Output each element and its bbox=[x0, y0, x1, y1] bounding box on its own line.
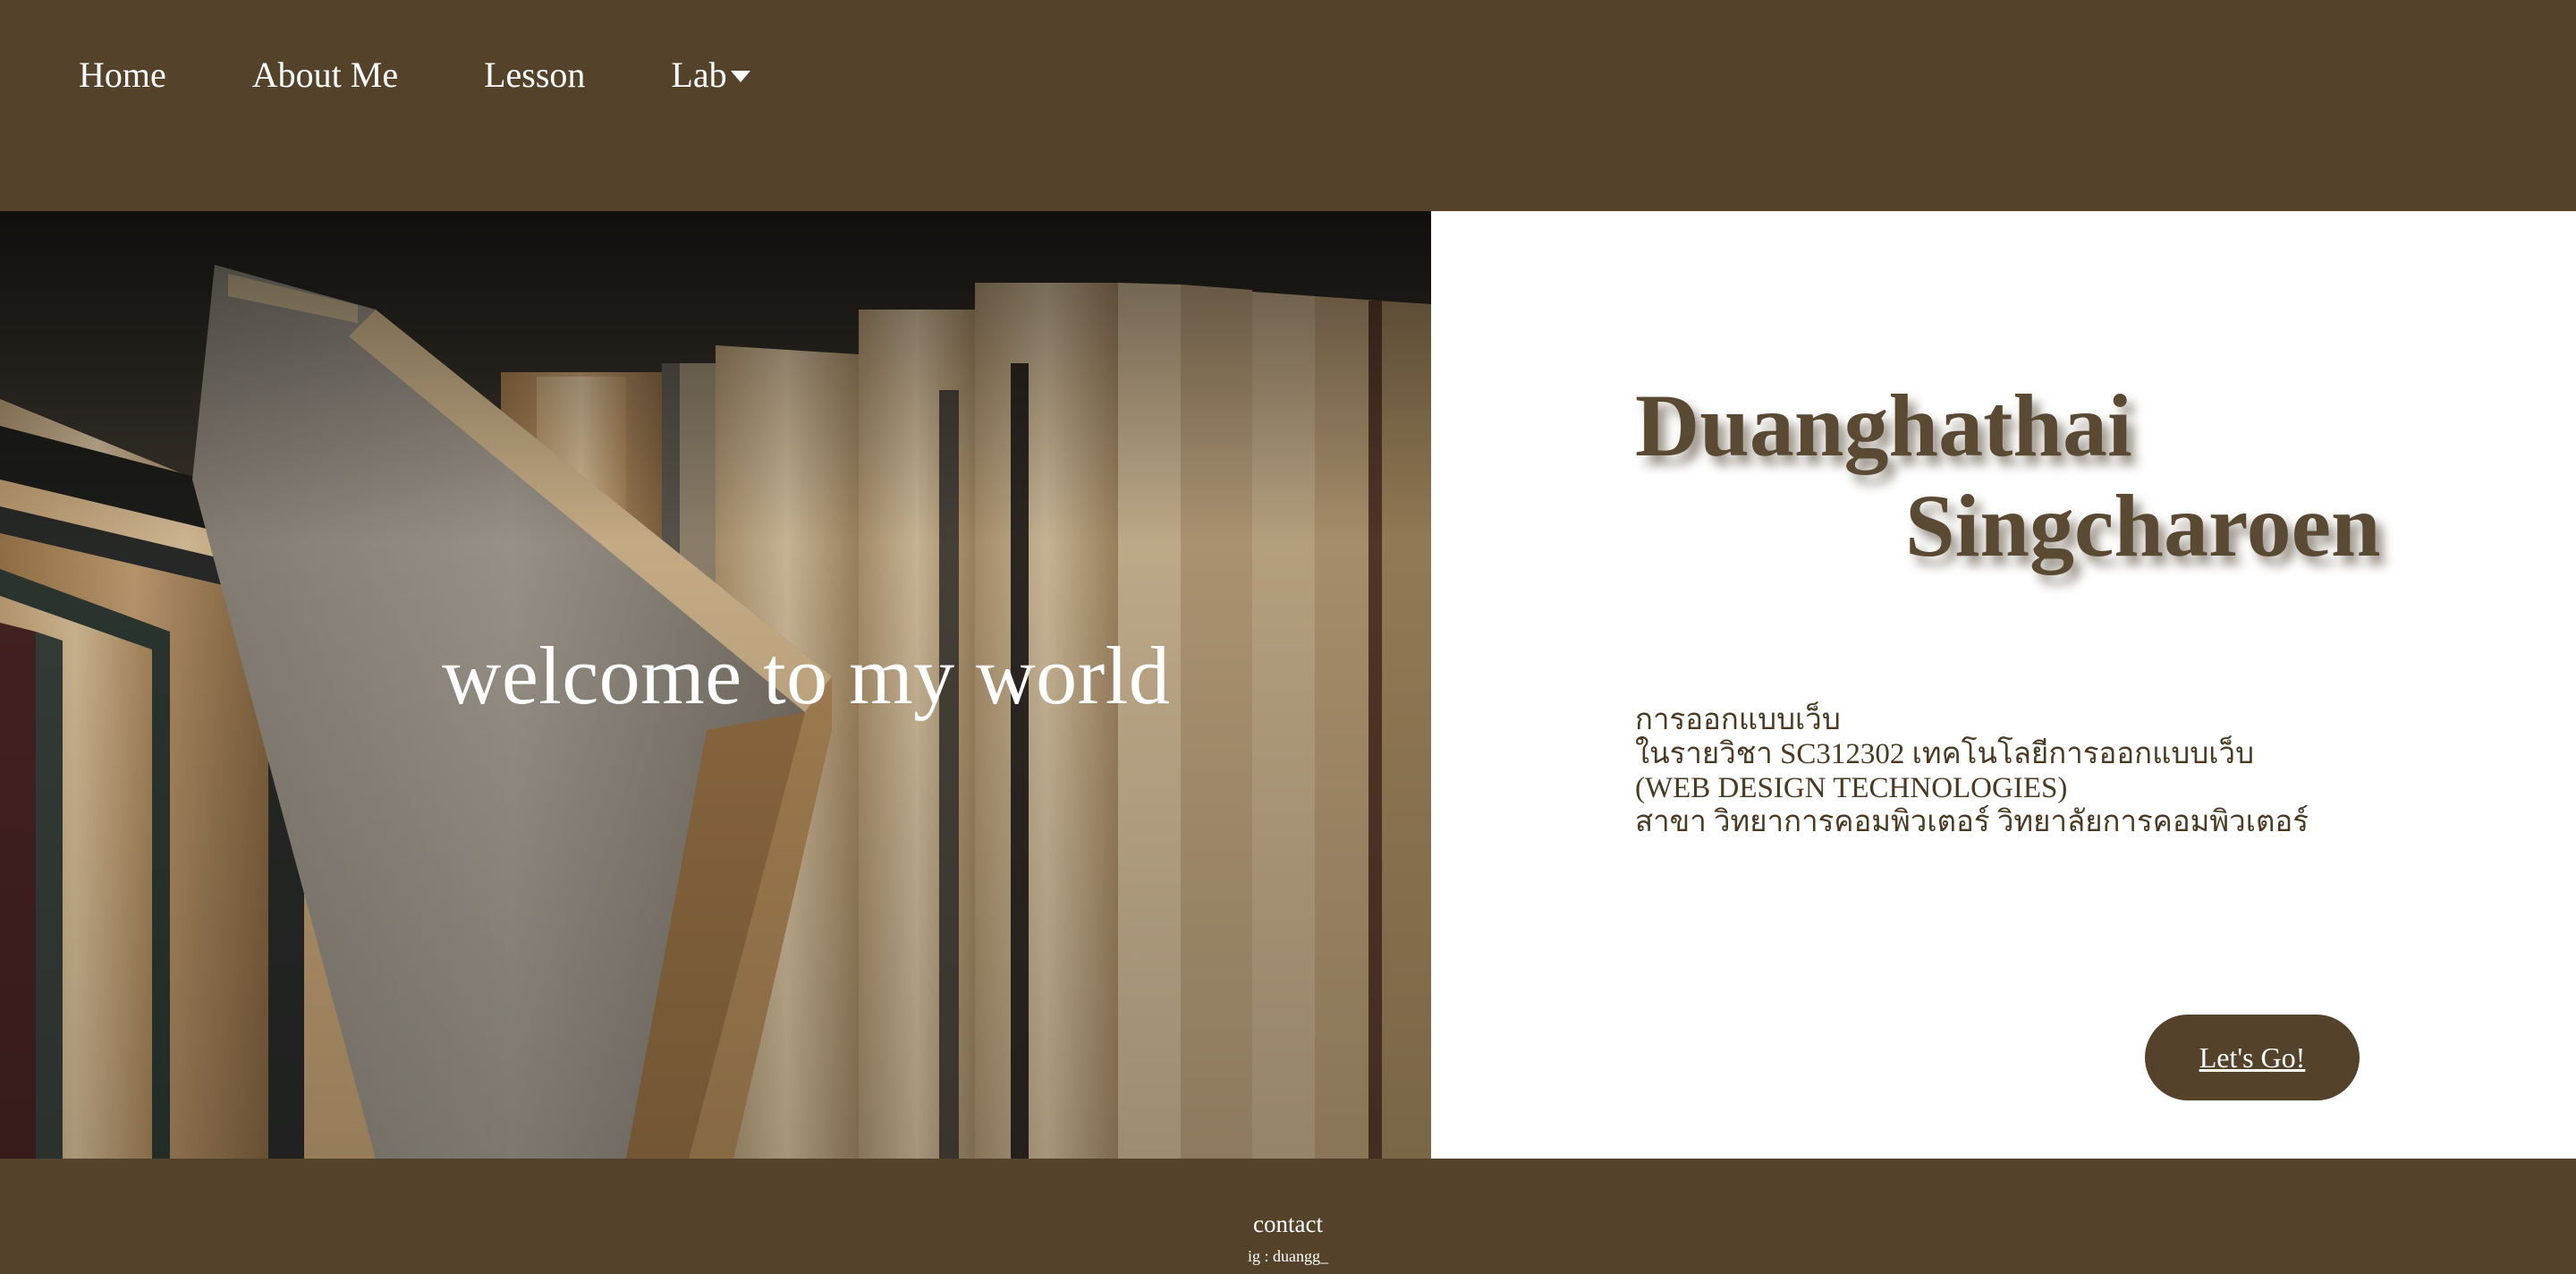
nav-item-home[interactable]: Home bbox=[79, 52, 166, 98]
hero-image-panel: welcome to my world bbox=[0, 211, 1431, 1159]
description-line: การออกแบบเว็บ bbox=[1635, 704, 1841, 736]
caret-down-icon bbox=[730, 70, 750, 82]
footer-instagram-handle: ig : duangg_ bbox=[1248, 1247, 1328, 1265]
lets-go-button[interactable]: Let's Go! bbox=[2145, 1015, 2360, 1100]
footer: contact ig : duangg_ bbox=[0, 1159, 2576, 1274]
description-line: สาขา วิทยาการคอมพิวเตอร์ วิทยาลัยการคอมพ… bbox=[1635, 806, 2309, 838]
profile-panel: Duanghathai Singcharoen การออกแบบเว็บ ใน… bbox=[1431, 211, 2576, 1159]
nav-item-about-me[interactable]: About Me bbox=[252, 52, 398, 98]
nav-item-lesson-label: Lesson bbox=[484, 55, 586, 95]
top-navbar: Home About Me Lesson Lab bbox=[0, 0, 2576, 211]
nav-menu: Home About Me Lesson Lab bbox=[79, 52, 836, 98]
course-description: การออกแบบเว็บ ในรายวิชา SC312302 เทคโนโล… bbox=[1635, 703, 2309, 839]
profile-name: Duanghathai Singcharoen bbox=[1635, 376, 2381, 576]
profile-first-name: Duanghathai bbox=[1635, 376, 2132, 475]
nav-item-lesson[interactable]: Lesson bbox=[484, 52, 585, 98]
footer-contact-heading: contact bbox=[1253, 1210, 1323, 1237]
description-line: (WEB DESIGN TECHNOLOGIES) bbox=[1635, 772, 2068, 804]
nav-item-lab-dropdown[interactable]: Lab bbox=[671, 52, 750, 98]
nav-item-lab-label: Lab bbox=[671, 55, 727, 95]
nav-item-home-label: Home bbox=[79, 55, 166, 95]
nav-item-about-me-label: About Me bbox=[251, 55, 399, 95]
welcome-heading: welcome to my world bbox=[442, 630, 1171, 721]
description-line: ในรายวิชา SC312302 เทคโนโลยีการออกแบบเว็… bbox=[1635, 738, 2255, 770]
profile-last-name: Singcharoen bbox=[1905, 476, 2381, 575]
